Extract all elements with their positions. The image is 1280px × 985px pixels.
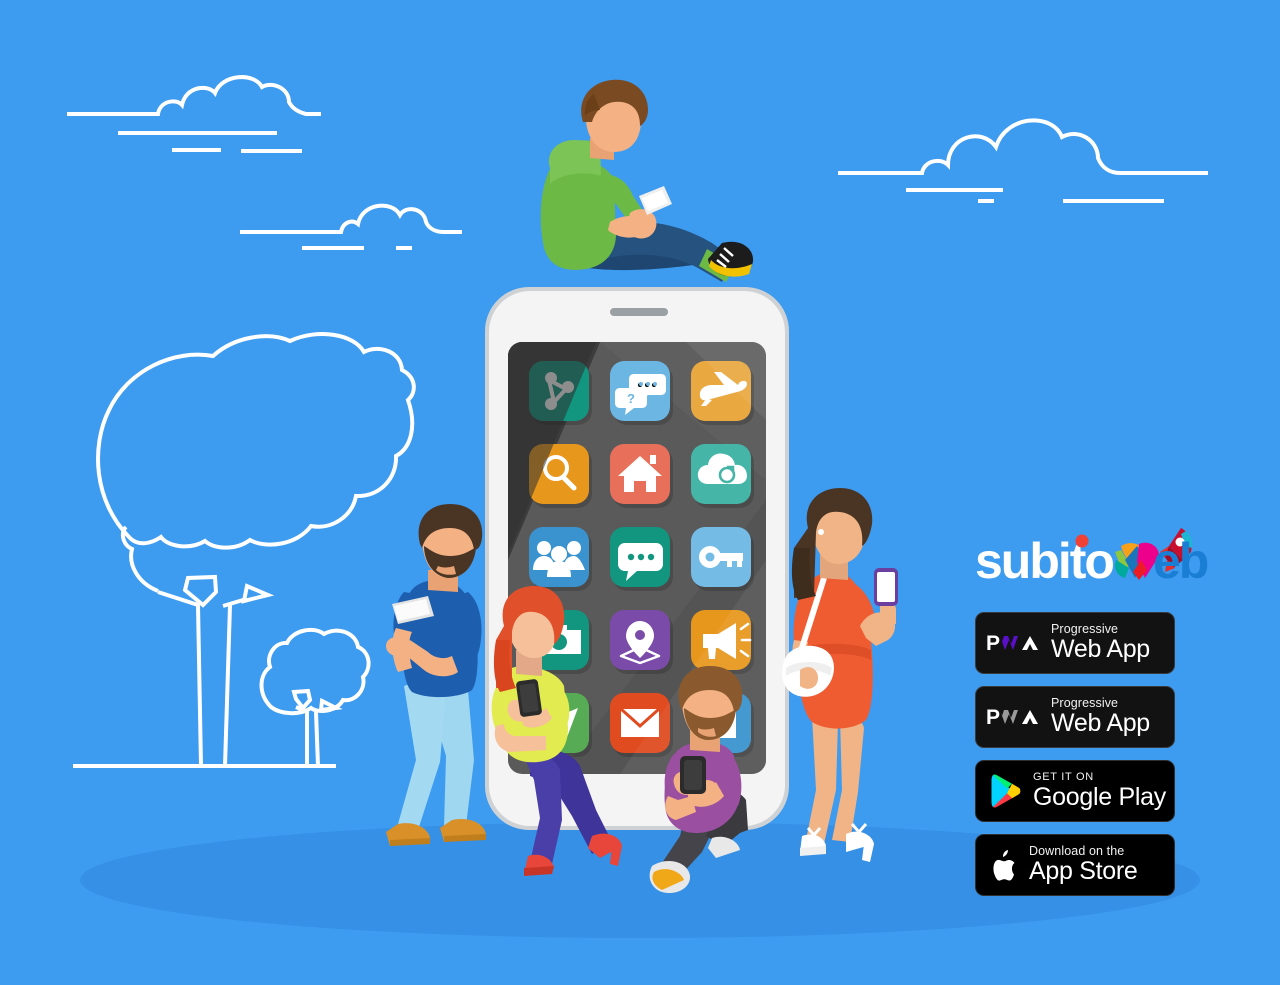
brand-panel: subito eb P Progressive Web App P Progre… bbox=[975, 520, 1215, 896]
character-man-on-top-of-phone bbox=[540, 79, 754, 282]
google-play-icon bbox=[986, 771, 1026, 811]
held-phone-standing-woman bbox=[874, 568, 898, 606]
badge-pwa-purple[interactable]: P Progressive Web App bbox=[975, 612, 1175, 674]
held-phone-purple-man bbox=[680, 756, 706, 794]
badge-title: Web App bbox=[1051, 635, 1150, 663]
earring bbox=[818, 529, 824, 535]
character-bearded-man-left bbox=[386, 504, 486, 846]
logo-i-dot bbox=[1075, 534, 1089, 548]
character-standing-woman-right bbox=[782, 488, 898, 862]
app-icon-cloud-sync-icon[interactable] bbox=[691, 444, 754, 508]
badge-title: Google Play bbox=[1033, 783, 1166, 811]
apple-icon bbox=[986, 844, 1022, 886]
badge-pwa-grey[interactable]: P Progressive Web App bbox=[975, 686, 1175, 748]
phone-speaker bbox=[610, 308, 668, 316]
badge-google-play[interactable]: GET IT ON Google Play bbox=[975, 760, 1175, 822]
svg-text:P: P bbox=[986, 706, 1000, 729]
svg-text:P: P bbox=[986, 632, 1000, 655]
illustration-canvas: ? subito eb P Progressive Web App P Prog… bbox=[0, 0, 1280, 985]
logo-word-eb: eb bbox=[1153, 533, 1208, 589]
logo-word-subito: subito bbox=[975, 533, 1113, 589]
app-icon-users-icon[interactable] bbox=[529, 527, 592, 591]
badge-title: Web App bbox=[1051, 709, 1150, 737]
subitoweb-logo[interactable]: subito eb bbox=[975, 520, 1215, 600]
app-icon-map-pin-icon[interactable] bbox=[610, 610, 673, 674]
app-icon-chat-question-icon[interactable]: ? bbox=[610, 361, 673, 425]
app-icon-chat-bubble-icon[interactable] bbox=[610, 527, 673, 591]
badge-app-store[interactable]: Download on the App Store bbox=[975, 834, 1175, 896]
svg-text:?: ? bbox=[627, 391, 635, 406]
pwa-logo-grey-icon: P bbox=[986, 705, 1044, 729]
app-icon-home-icon[interactable] bbox=[610, 444, 673, 508]
badge-title: App Store bbox=[1029, 857, 1138, 885]
pwa-logo-icon: P bbox=[986, 631, 1044, 655]
app-icon-key-icon[interactable] bbox=[691, 527, 754, 591]
